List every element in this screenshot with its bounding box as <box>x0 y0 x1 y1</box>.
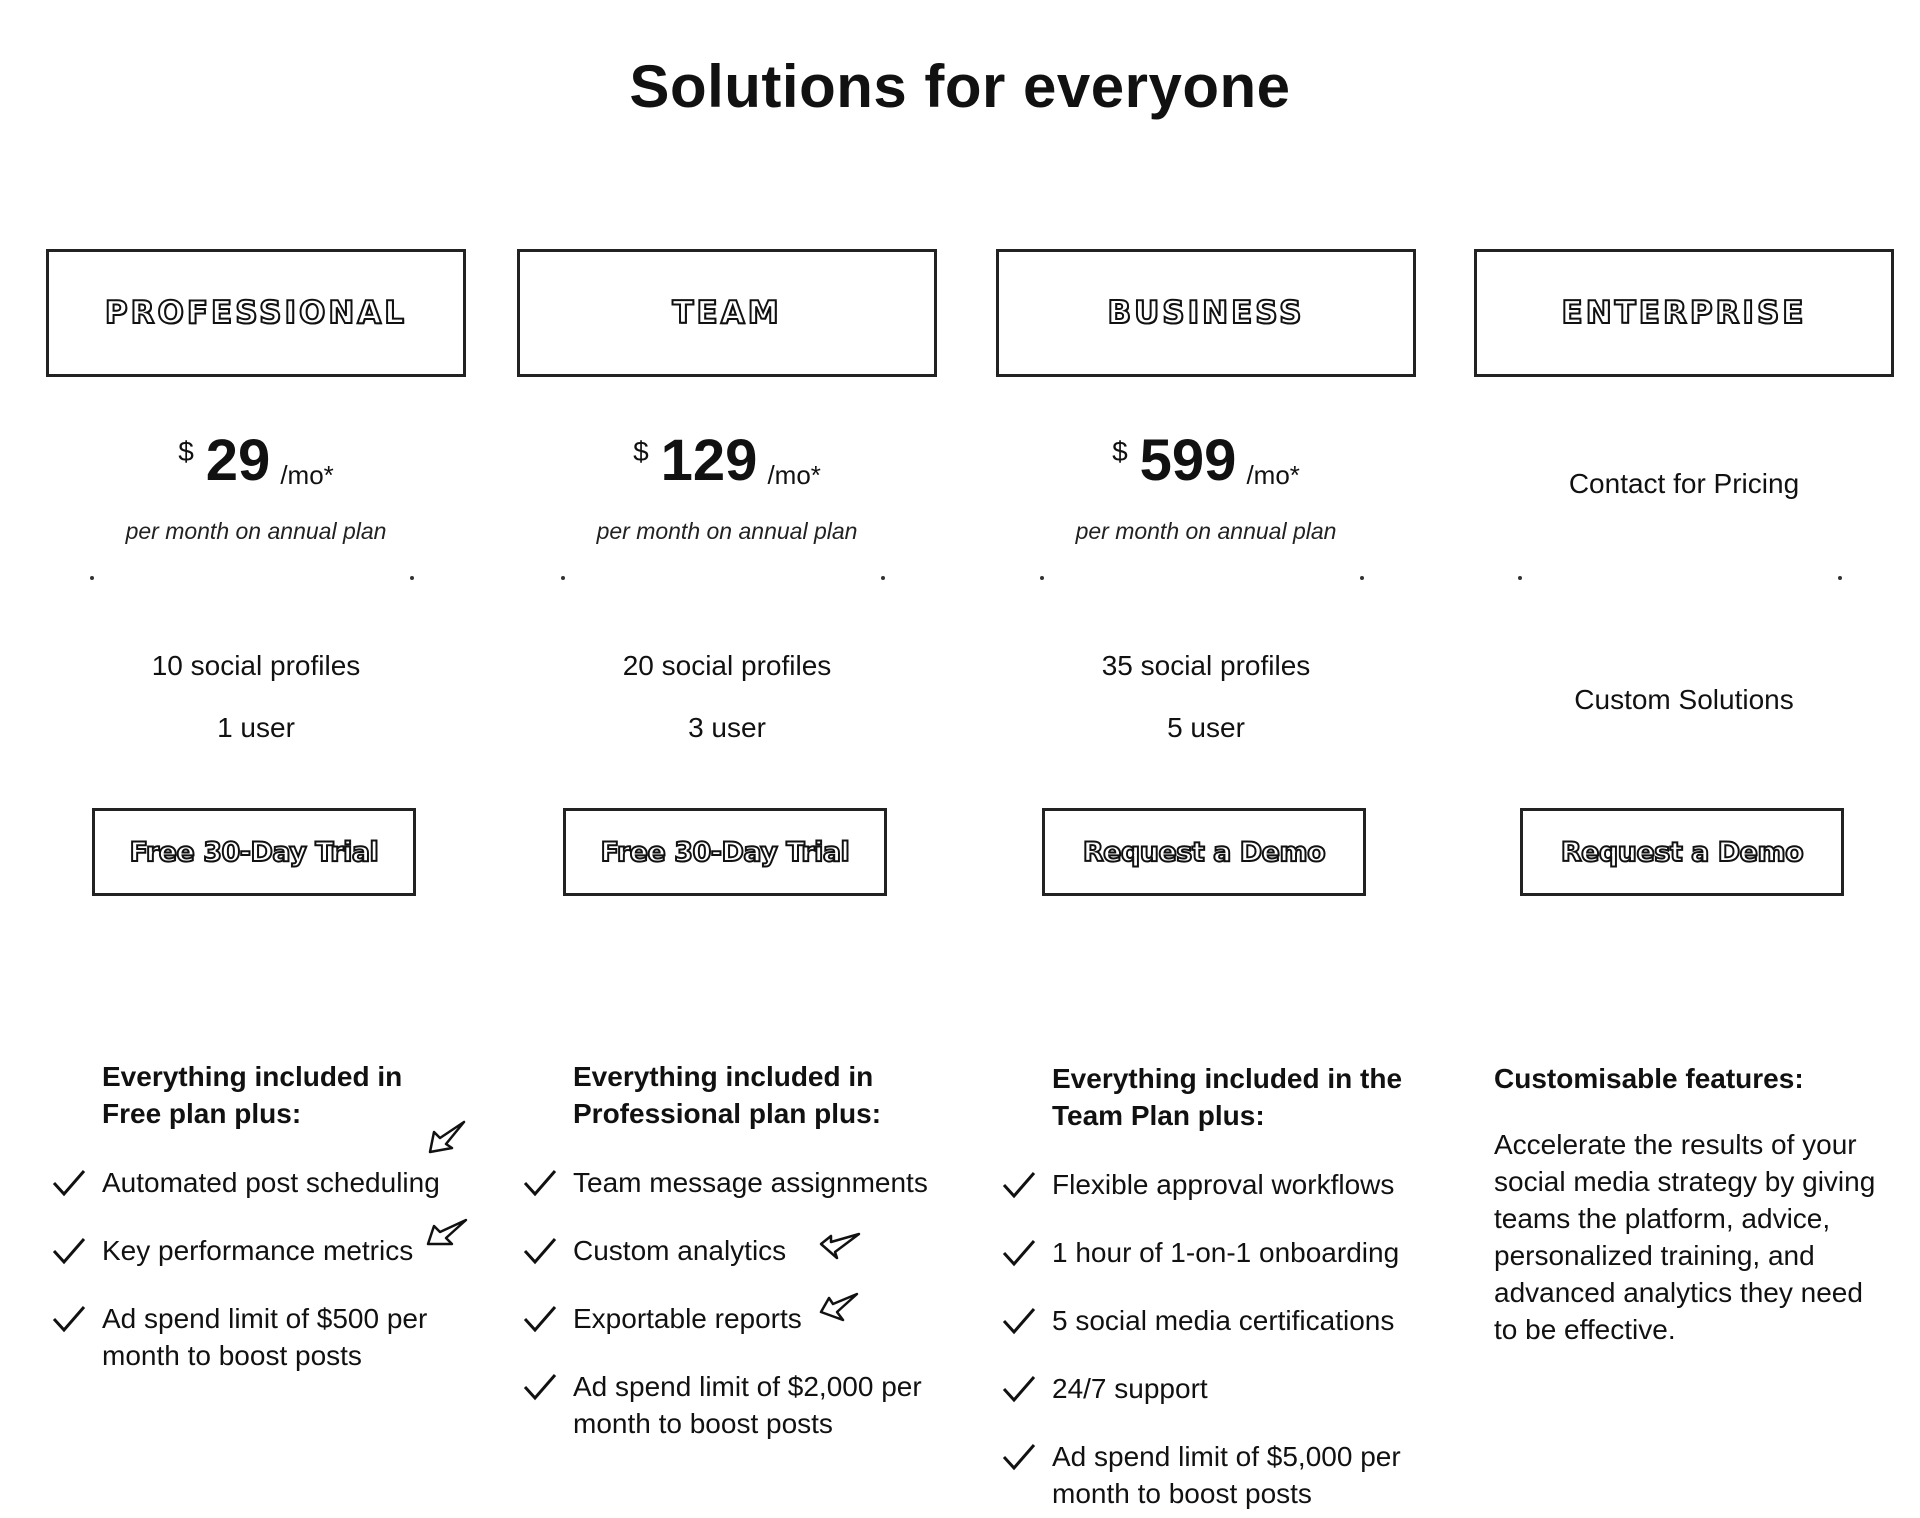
cta-label: Free 30-Day Trial <box>600 836 851 869</box>
divider-dot <box>410 576 414 580</box>
request-demo-button[interactable]: Request a Demo <box>1042 808 1366 896</box>
check-icon <box>52 1238 86 1265</box>
price-amount: 599 <box>1139 428 1237 493</box>
check-icon <box>1002 1172 1036 1199</box>
social-profiles-count: 10 social profiles <box>151 650 361 681</box>
arrow-pointer-icon <box>819 1292 859 1322</box>
social-profiles-count: 20 social profiles <box>622 650 832 681</box>
features-heading: Customisable features: <box>1494 1063 1804 1094</box>
price-row: $ 599 /mo* <box>996 426 1416 496</box>
cta-label: Free 30-Day Trial <box>129 836 380 869</box>
divider-dot <box>561 576 565 580</box>
currency-symbol: $ <box>633 436 649 467</box>
price-period: /mo* <box>767 460 821 490</box>
feature-text: Flexible approval workflows <box>1052 1169 1395 1200</box>
plan-column-professional: PROFESSIONAL $ 29 /mo* per month on annu… <box>46 0 468 1518</box>
features-heading: Everything included in Professional plan… <box>573 1061 882 1129</box>
check-icon <box>1002 1376 1036 1403</box>
currency-symbol: $ <box>178 436 194 467</box>
plan-name: PROFESSIONAL <box>104 294 408 332</box>
features-description: Accelerate the results of your social me… <box>1494 1129 1876 1345</box>
divider-dot <box>1518 576 1522 580</box>
contact-for-pricing: Contact for Pricing <box>1568 468 1800 499</box>
divider-dot <box>90 576 94 580</box>
features-heading: Everything included in Free plan plus: <box>102 1061 403 1129</box>
feature-text: Team message assignments <box>573 1167 928 1198</box>
feature-text: Ad spend limit of $2,000 per month to bo… <box>573 1371 922 1439</box>
price-period: /mo* <box>280 460 334 490</box>
free-trial-button[interactable]: Free 30-Day Trial <box>563 808 887 896</box>
check-icon <box>1002 1308 1036 1335</box>
arrow-pointer-icon <box>428 1120 466 1154</box>
feature-text: 1 hour of 1-on-1 onboarding <box>1052 1237 1400 1268</box>
check-icon <box>52 1306 86 1333</box>
arrow-pointer-icon <box>819 1232 861 1260</box>
custom-solutions: Custom Solutions <box>1574 684 1794 715</box>
plan-column-team: TEAM $ 129 /mo* per month on annual plan… <box>517 0 937 1518</box>
price-row: $ 129 /mo* <box>517 426 937 496</box>
pricing-page: Solutions for everyone PROFESSIONAL $ 29… <box>0 0 1920 1518</box>
price-period: /mo* <box>1246 460 1300 490</box>
divider-dot <box>1040 576 1044 580</box>
billing-note: per month on annual plan <box>1075 518 1337 544</box>
feature-text: Exportable reports <box>573 1303 802 1334</box>
check-icon <box>1002 1240 1036 1267</box>
check-icon <box>1002 1444 1036 1471</box>
check-icon <box>523 1238 557 1265</box>
plan-header-team: TEAM <box>517 249 937 377</box>
user-count: 5 user <box>1167 712 1245 743</box>
plan-column-business: BUSINESS $ 599 /mo* per month on annual … <box>996 0 1416 1518</box>
feature-text: Key performance metrics <box>102 1235 414 1266</box>
arrow-pointer-icon <box>426 1218 468 1246</box>
plan-header-enterprise: ENTERPRISE <box>1474 249 1894 377</box>
feature-text: Custom analytics <box>573 1235 787 1266</box>
plan-name: ENTERPRISE <box>1561 294 1807 332</box>
cta-label: Request a Demo <box>1560 836 1805 869</box>
request-demo-button[interactable]: Request a Demo <box>1520 808 1844 896</box>
divider-dot <box>1838 576 1842 580</box>
feature-text: 5 social media certifications <box>1052 1305 1395 1336</box>
divider-dot <box>1360 576 1364 580</box>
divider-dot <box>881 576 885 580</box>
feature-text: Ad spend limit of $500 per month to boos… <box>102 1303 428 1371</box>
check-icon <box>523 1170 557 1197</box>
billing-note: per month on annual plan <box>125 518 387 544</box>
currency-symbol: $ <box>1112 436 1128 467</box>
feature-text: 24/7 support <box>1052 1373 1208 1404</box>
plan-header-professional: PROFESSIONAL <box>46 249 466 377</box>
user-count: 1 user <box>217 712 295 743</box>
price-amount: 129 <box>660 428 758 493</box>
plan-column-enterprise: ENTERPRISE Contact for Pricing Custom So… <box>1474 0 1894 1518</box>
cta-label: Request a Demo <box>1082 836 1327 869</box>
plan-header-business: BUSINESS <box>996 249 1416 377</box>
free-trial-button[interactable]: Free 30-Day Trial <box>92 808 416 896</box>
feature-text: Ad spend limit of $5,000 per month to bo… <box>1052 1441 1401 1509</box>
plan-name: TEAM <box>671 294 782 332</box>
check-icon <box>523 1374 557 1401</box>
billing-note: per month on annual plan <box>596 518 858 544</box>
check-icon <box>52 1170 86 1197</box>
social-profiles-count: 35 social profiles <box>1101 650 1311 681</box>
user-count: 3 user <box>688 712 766 743</box>
features-heading: Everything included in the Team Plan plu… <box>1052 1063 1403 1131</box>
price-amount: 29 <box>205 428 271 493</box>
feature-text: Automated post scheduling <box>102 1167 440 1198</box>
check-icon <box>523 1306 557 1333</box>
plan-name: BUSINESS <box>1106 294 1305 332</box>
price-row: $ 29 /mo* <box>46 426 466 496</box>
